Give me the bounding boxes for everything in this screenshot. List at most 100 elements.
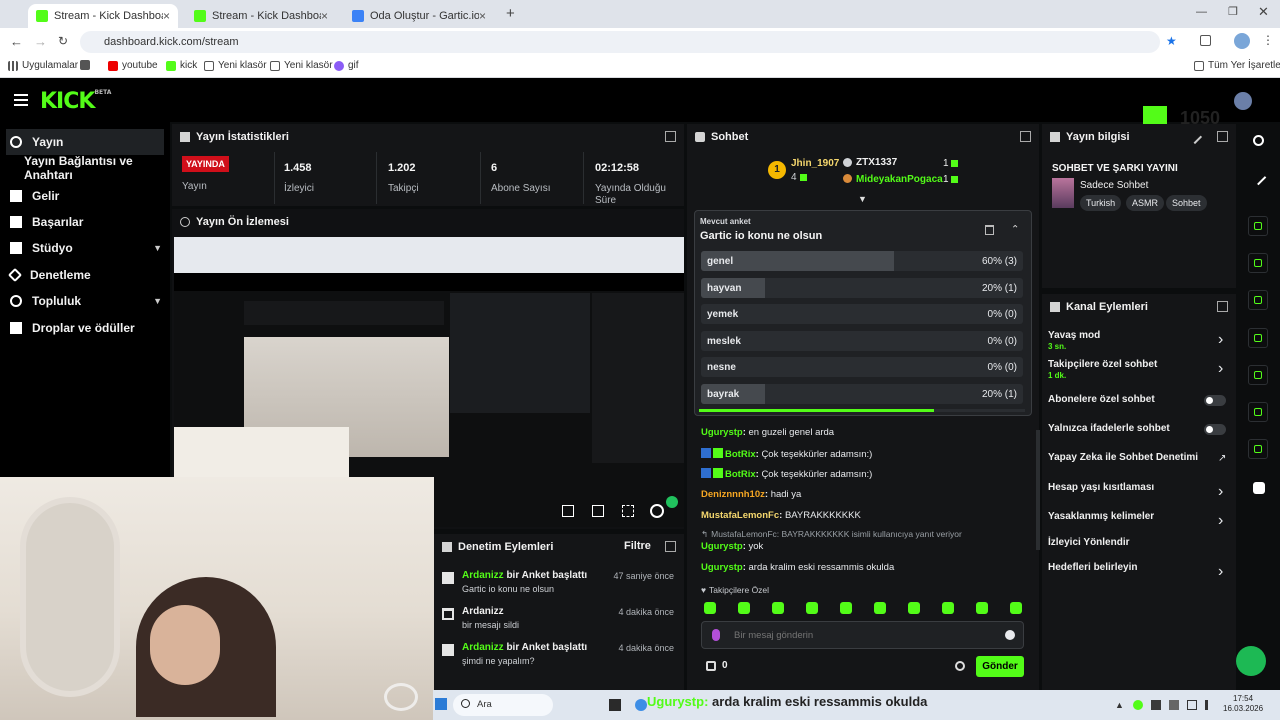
tag-chip[interactable]: ASMR <box>1126 195 1165 211</box>
rail-button-2[interactable] <box>1248 253 1268 273</box>
tag-chip[interactable]: Turkish <box>1080 195 1122 211</box>
chat-message[interactable]: BotRix: Çok teşekkürler adamsın:) <box>701 468 872 480</box>
rail-button-1[interactable] <box>1248 216 1268 236</box>
chevron-right-icon[interactable]: › <box>1218 483 1223 501</box>
extensions-icon[interactable] <box>1200 35 1211 46</box>
menu-dots-icon[interactable]: ⋮ <box>1262 33 1274 47</box>
reload-icon[interactable]: ↻ <box>58 34 68 48</box>
user-avatar[interactable] <box>1234 92 1252 110</box>
send-button[interactable]: Gönder <box>976 656 1024 677</box>
rail-button-4[interactable] <box>1248 328 1268 348</box>
help-headset-icon[interactable] <box>1236 646 1266 676</box>
toggle-switch[interactable] <box>1204 424 1226 435</box>
close-tab-icon[interactable]: × <box>321 9 328 23</box>
emote-icon[interactable] <box>772 602 784 614</box>
emote-icon[interactable] <box>942 602 954 614</box>
channel-action-item[interactable]: Yalnızca ifadelerle sohbet <box>1048 423 1170 434</box>
channel-action-item[interactable]: Yapay Zeka ile Sohbet Denetimi <box>1048 452 1198 463</box>
chat-message[interactable]: Ugurystp: en guzeli genel arda <box>701 427 834 438</box>
category-name[interactable]: Sadece Sohbet <box>1080 180 1148 191</box>
preview-expand-icon[interactable] <box>622 505 634 517</box>
sidebar-item-achievements[interactable]: Başarılar <box>10 209 170 235</box>
new-tab-button[interactable]: + <box>506 5 515 22</box>
channel-action-item[interactable]: Abonelere özel sohbet <box>1048 394 1155 405</box>
volume-icon[interactable] <box>1205 700 1215 710</box>
sidebar-item-revenue[interactable]: Gelir <box>10 183 170 209</box>
toggle-switch[interactable] <box>1204 395 1226 406</box>
collapse-poll-icon[interactable]: ⌄ <box>1011 222 1019 233</box>
minimize-icon[interactable]: — <box>1196 6 1207 18</box>
network-icon[interactable] <box>1187 700 1197 710</box>
maximize-icon[interactable]: ❐ <box>1228 5 1238 18</box>
browser-tab-2[interactable]: Stream - Kick Dashboard × <box>186 4 336 28</box>
chat-username[interactable]: BotRix <box>725 469 756 480</box>
emote-icon[interactable] <box>840 602 852 614</box>
channel-action-item[interactable]: Takipçilere özel sohbet 1 dk. <box>1048 359 1157 380</box>
chat-message[interactable]: Deniznnnh10z: hadi ya <box>701 489 801 500</box>
chat-settings-icon[interactable] <box>955 661 965 671</box>
rail-button-6[interactable] <box>1248 402 1268 422</box>
chat-username[interactable]: BotRix <box>725 449 756 460</box>
bookmark-star-icon[interactable]: ★ <box>1166 34 1177 48</box>
info-rail-icon[interactable] <box>1253 135 1264 146</box>
chat-message[interactable]: MustafaLemonFc: BAYRAKKKKKKK <box>701 510 861 521</box>
popout-icon[interactable] <box>1217 301 1228 312</box>
leaderboard-user-3[interactable]: MideyakanPogaca <box>856 174 943 185</box>
browser-tab-3[interactable]: Oda Oluştur - Gartic.io × <box>344 4 494 28</box>
chevron-right-icon[interactable]: › <box>1218 563 1223 581</box>
tray-app-icon[interactable] <box>1169 700 1179 710</box>
tag-chip[interactable]: Sohbet <box>1166 195 1207 211</box>
bookmark-folder-2[interactable]: Yeni klasör <box>270 60 333 71</box>
sidebar-item-moderation[interactable]: Denetleme <box>7 262 170 288</box>
delete-poll-icon[interactable] <box>985 225 994 235</box>
channel-action-item[interactable]: Yavaş mod 3 sn. <box>1048 330 1100 351</box>
chat-input[interactable] <box>701 621 1024 649</box>
channel-action-item[interactable]: İzleyici Yönlendir <box>1048 537 1130 548</box>
rail-button-3[interactable] <box>1248 290 1268 310</box>
preview-fullscreen-icon[interactable] <box>562 505 574 517</box>
bookmark-folder-1[interactable]: Yeni klasör <box>204 60 267 71</box>
emote-icon[interactable] <box>874 602 886 614</box>
rail-button-5[interactable] <box>1248 365 1268 385</box>
taskbar-search[interactable]: Ara <box>453 694 553 716</box>
chat-username[interactable]: MustafaLemonFc <box>701 510 779 521</box>
kick-logo[interactable]: KICKBETA <box>40 89 111 114</box>
close-tab-icon[interactable]: × <box>163 9 170 23</box>
clock[interactable]: 17:54 16.03.2026 <box>1223 694 1263 714</box>
sidebar-item-stream-key[interactable]: Yayın Bağlantısı ve Anahtarı <box>24 154 184 182</box>
forward-icon[interactable]: → <box>34 34 47 49</box>
close-window-icon[interactable]: ✕ <box>1258 4 1269 20</box>
popout-icon[interactable] <box>665 541 676 552</box>
sidebar-item-community[interactable]: Topluluk ▼ <box>10 288 170 314</box>
bookmark-gif[interactable]: gif <box>334 60 359 71</box>
windows-start-icon[interactable] <box>435 698 447 710</box>
sidebar-item-stream[interactable]: Yayın <box>6 129 164 155</box>
preview-theater-icon[interactable] <box>592 505 604 517</box>
bookmark-kick[interactable]: kick <box>166 60 197 71</box>
filter-button[interactable]: Filtre <box>624 540 651 552</box>
popout-icon[interactable] <box>1217 131 1228 142</box>
category-thumbnail[interactable] <box>1052 178 1074 208</box>
leaderboard-user-1[interactable]: Jhin_1907 <box>791 158 839 169</box>
taskview-icon[interactable] <box>609 699 621 711</box>
tray-app-icon[interactable] <box>1133 700 1143 710</box>
chevron-right-icon[interactable]: › <box>1218 512 1223 530</box>
chat-username[interactable]: Ugurystp <box>701 541 743 552</box>
back-icon[interactable]: ← <box>10 34 23 49</box>
popout-icon[interactable] <box>1020 131 1031 142</box>
emote-icon[interactable] <box>738 602 750 614</box>
emote-icon[interactable] <box>704 602 716 614</box>
tray-app-icon[interactable] <box>1151 700 1161 710</box>
bookmark-youtube[interactable]: youtube <box>108 60 158 71</box>
chat-username[interactable]: Ugurystp <box>701 562 743 573</box>
chevron-right-icon[interactable]: › <box>1218 331 1223 349</box>
chat-message-field[interactable] <box>734 627 994 643</box>
chevron-right-icon[interactable]: › <box>1218 360 1223 378</box>
leaderboard-user-2[interactable]: ZTX1337 <box>856 157 897 168</box>
close-tab-icon[interactable]: × <box>479 9 486 23</box>
hamburger-menu-icon[interactable] <box>14 94 28 106</box>
url-field[interactable]: dashboard.kick.com/stream <box>80 31 1160 53</box>
emote-icon[interactable] <box>806 602 818 614</box>
emote-icon[interactable] <box>1010 602 1022 614</box>
channel-action-item[interactable]: Hedefleri belirleyin <box>1048 562 1137 573</box>
